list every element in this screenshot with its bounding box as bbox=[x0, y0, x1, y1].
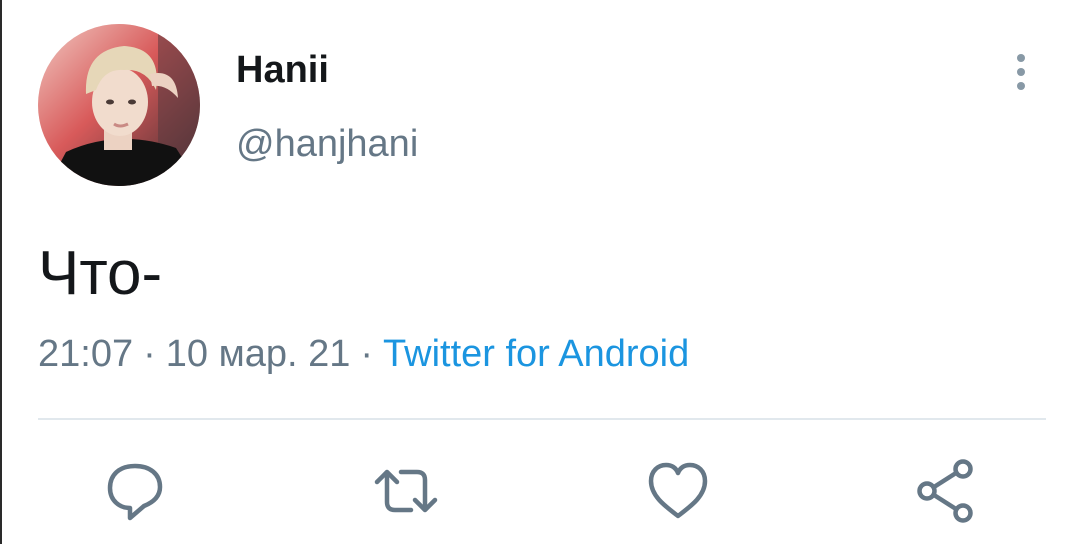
tweet-date[interactable]: 10 мар. 21 bbox=[166, 333, 351, 375]
window-left-border bbox=[0, 0, 2, 544]
share-button[interactable] bbox=[913, 458, 979, 524]
heart-icon bbox=[648, 462, 708, 519]
retweet-button[interactable] bbox=[373, 458, 439, 524]
tweet-metadata: 21:07 · 10 мар. 21 · Twitter for Android bbox=[38, 330, 689, 378]
share-icon bbox=[917, 459, 973, 523]
tweet-source-link[interactable]: Twitter for Android bbox=[383, 333, 689, 375]
like-button[interactable] bbox=[645, 458, 711, 524]
reply-button[interactable] bbox=[102, 458, 168, 524]
tweet-time[interactable]: 21:07 bbox=[38, 333, 133, 375]
author-handle[interactable]: @hanjhani bbox=[236, 122, 418, 166]
more-options-icon-dot-bottom bbox=[1017, 82, 1025, 90]
more-options-button[interactable] bbox=[1004, 48, 1038, 96]
more-options-icon-dot-middle bbox=[1017, 68, 1025, 76]
tweet-text: Что- bbox=[38, 239, 163, 308]
reply-icon bbox=[107, 463, 163, 521]
avatar[interactable] bbox=[38, 24, 200, 186]
avatar-photo bbox=[38, 24, 200, 186]
author-display-name[interactable]: Hanii bbox=[236, 48, 329, 92]
retweet-icon bbox=[374, 469, 438, 513]
divider bbox=[38, 418, 1046, 420]
more-options-icon-dot-top bbox=[1017, 54, 1025, 62]
meta-separator: · bbox=[143, 333, 156, 375]
meta-separator: · bbox=[360, 333, 374, 375]
